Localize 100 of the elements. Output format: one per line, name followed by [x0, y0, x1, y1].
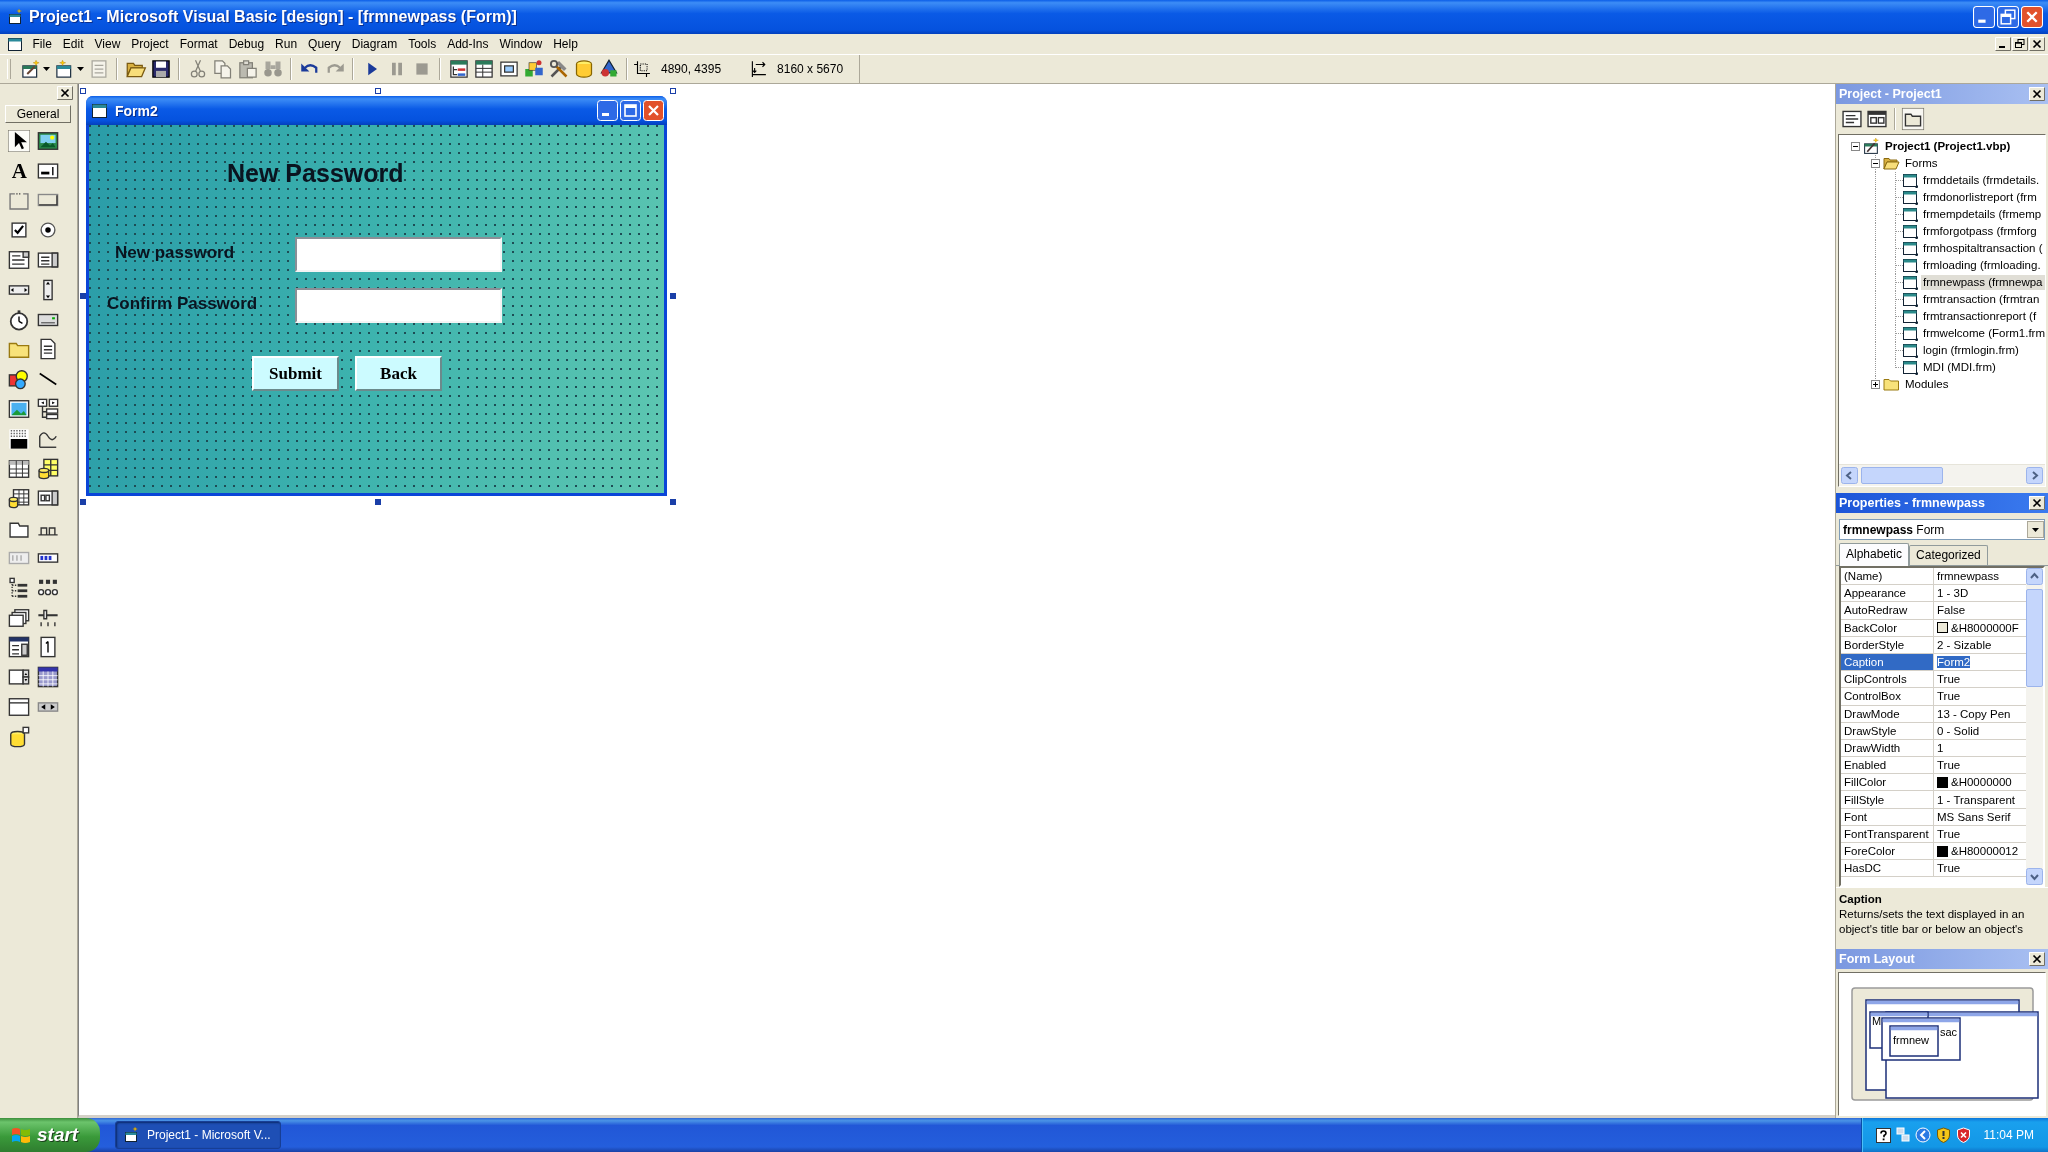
property-name[interactable]: FillStyle: [1841, 791, 1934, 808]
menu-item[interactable]: Debug: [223, 36, 270, 52]
tree-window-icon[interactable]: [448, 59, 469, 79]
menu-item[interactable]: Project: [125, 36, 175, 52]
image-icon[interactable]: [8, 398, 31, 421]
property-value[interactable]: &H8000000F: [1951, 621, 2019, 634]
property-name[interactable]: FontTransparent: [1841, 825, 1934, 842]
property-value[interactable]: &H80000012: [1951, 845, 2019, 858]
tree-item[interactable]: login (frmlogin.frm): [1921, 343, 2021, 358]
caret-icon[interactable]: [76, 67, 84, 71]
dotted-box-icon[interactable]: [8, 427, 31, 450]
property-name[interactable]: ForeColor: [1841, 843, 1934, 860]
property-value[interactable]: &H0000000: [1951, 776, 2012, 789]
tree-item[interactable]: Project1 (Project1.vbp): [1883, 139, 2013, 154]
tree-item[interactable]: MDI (MDI.frm): [1921, 360, 1998, 375]
form-grid-icon[interactable]: [8, 636, 31, 659]
tree-item[interactable]: frmwelcome (Form1.frm: [1921, 326, 2045, 341]
tree-item[interactable]: Forms: [1903, 156, 1940, 171]
property-value[interactable]: True: [1937, 759, 1961, 772]
grid-database-icon[interactable]: [36, 457, 59, 480]
help-icon[interactable]: [1875, 1127, 1891, 1143]
input-field[interactable]: [295, 288, 502, 323]
close-icon[interactable]: [2029, 37, 2045, 51]
tree-item[interactable]: frmddetails (frmdetails.: [1921, 173, 2042, 188]
tree-item[interactable]: frmnewpass (frmnewpa: [1921, 275, 2045, 290]
close-icon[interactable]: [2029, 87, 2045, 101]
close-icon[interactable]: [2029, 496, 2045, 510]
tree-item[interactable]: frmforgotpass (frmforg: [1921, 224, 2039, 239]
menu-item[interactable]: Window: [494, 36, 548, 52]
shapes-icon[interactable]: [8, 368, 31, 391]
menu-item[interactable]: Help: [547, 36, 584, 52]
stacked-cards-icon[interactable]: [8, 606, 31, 629]
property-value[interactable]: 1 - Transparent: [1937, 793, 2015, 806]
resize-handle[interactable]: [80, 293, 86, 299]
arrow-list-icon[interactable]: [36, 398, 59, 421]
toolbox-tab[interactable]: General: [5, 105, 71, 123]
colored-blocks-icon[interactable]: [523, 59, 544, 79]
tree-item[interactable]: frmloading (frmloading.: [1921, 258, 2043, 273]
label-tool[interactable]: A: [8, 159, 30, 182]
vertical-scrollbar[interactable]: [2026, 568, 2043, 885]
resize-handle[interactable]: [670, 88, 676, 94]
minus-box-icon[interactable]: [1870, 159, 1880, 168]
property-value[interactable]: MS Sans Serif: [1937, 810, 2011, 823]
scroll-left-icon[interactable]: [1841, 467, 1858, 484]
property-value[interactable]: 1 - 3D: [1937, 587, 1969, 600]
resize-handle[interactable]: [375, 499, 381, 505]
caret-icon[interactable]: [42, 67, 50, 71]
property-value[interactable]: frmnewpass: [1937, 570, 1999, 583]
shield-icon[interactable]: [1935, 1127, 1951, 1143]
menu-item[interactable]: View: [89, 36, 126, 52]
menu-item[interactable]: File: [27, 36, 58, 52]
property-name[interactable]: Appearance: [1841, 585, 1934, 602]
calendar-icon[interactable]: [36, 666, 59, 689]
taskbar-button[interactable]: Project1 - Microsoft V...: [115, 1121, 281, 1149]
form-button[interactable]: Back: [355, 356, 442, 391]
code-window-icon[interactable]: [1841, 108, 1863, 130]
menu-item[interactable]: Format: [174, 36, 224, 52]
grid-table-icon[interactable]: [8, 457, 31, 480]
tab[interactable]: Alphabetic: [1839, 543, 1910, 566]
property-value[interactable]: True: [1937, 827, 1961, 840]
menu-item[interactable]: Diagram: [346, 36, 403, 52]
input-field[interactable]: [295, 237, 502, 272]
resize-handle[interactable]: [670, 499, 676, 505]
database-grid-icon[interactable]: [8, 487, 31, 510]
shapes-icon[interactable]: [598, 59, 619, 79]
hammer-wrench-icon[interactable]: [548, 59, 569, 79]
property-value[interactable]: 1: [1937, 741, 1944, 754]
property-value[interactable]: 2 - Sizable: [1937, 638, 1992, 651]
property-value[interactable]: 13 - Copy Pen: [1937, 707, 2011, 720]
database-icon[interactable]: [8, 725, 31, 748]
property-name[interactable]: DrawStyle: [1841, 722, 1934, 739]
object-window-icon[interactable]: [1866, 108, 1888, 130]
property-name[interactable]: DrawWidth: [1841, 739, 1934, 757]
property-value[interactable]: False: [1937, 604, 1966, 617]
resize-handle[interactable]: [670, 293, 676, 299]
stopwatch-icon[interactable]: [8, 308, 31, 331]
plus-box-icon[interactable]: [1870, 380, 1880, 389]
menu-item[interactable]: Run: [269, 36, 303, 52]
property-value[interactable]: True: [1937, 862, 1961, 875]
scroll-down-icon[interactable]: [2026, 868, 2043, 885]
close-icon[interactable]: [2029, 952, 2045, 966]
resize-handle[interactable]: [375, 88, 381, 94]
property-name[interactable]: FillColor: [1841, 774, 1934, 791]
property-name[interactable]: Enabled: [1841, 757, 1934, 774]
property-value[interactable]: True: [1937, 673, 1961, 686]
menu-item[interactable]: Edit: [57, 36, 90, 52]
layout-window-icon[interactable]: [498, 59, 519, 79]
property-name[interactable]: DrawMode: [1841, 705, 1934, 722]
tab[interactable]: Categorized: [1909, 545, 1988, 565]
property-name[interactable]: ClipControls: [1841, 671, 1934, 688]
scrollbar-thumb[interactable]: [1861, 467, 1943, 484]
menu-item[interactable]: Tools: [402, 36, 442, 52]
scroll-right-icon[interactable]: [2026, 467, 2043, 484]
menu-item[interactable]: Add-Ins: [441, 36, 494, 52]
property-name[interactable]: HasDC: [1841, 860, 1934, 877]
property-name[interactable]: AutoRedraw: [1841, 602, 1934, 619]
combo-box-icon[interactable]: [8, 249, 31, 272]
shield-x-icon[interactable]: [1955, 1127, 1971, 1143]
folder-outline-icon[interactable]: [1902, 108, 1924, 130]
tree-item[interactable]: frmhospitaltransaction (: [1921, 241, 2045, 256]
